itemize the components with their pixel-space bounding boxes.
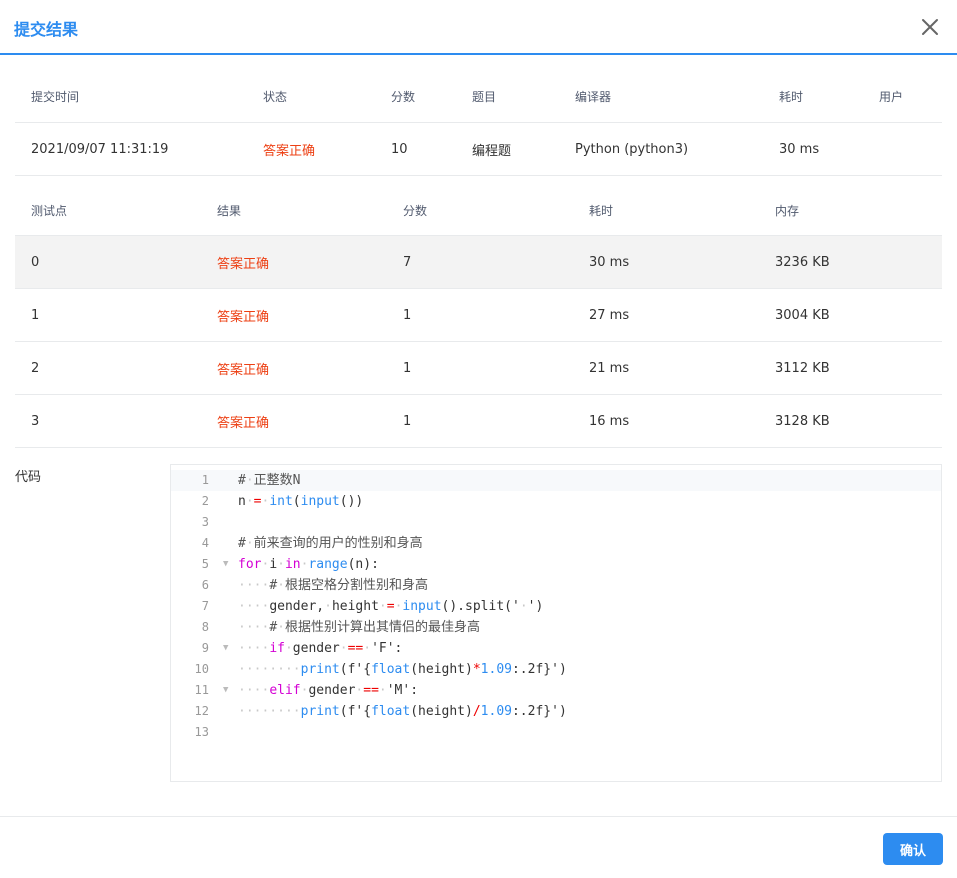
table-row: 2 答案正确 1 21 ms 3112 KB: [15, 342, 942, 395]
line-number: 12: [194, 704, 209, 718]
code-text: ····#·根据性别计算出其情侣的最佳身高: [238, 620, 480, 635]
code-line: 4 #·前来查询的用户的性别和身高: [171, 533, 941, 554]
line-number: 5: [201, 557, 209, 571]
table-row: 3 答案正确 1 16 ms 3128 KB: [15, 395, 942, 448]
code-editor[interactable]: 1 #·正整数N 2 n·=·int(input()) 3 4 #·前来查询的用…: [170, 464, 942, 782]
test-time: 16 ms: [589, 413, 630, 429]
summary-row: 2021/09/07 11:31:19 答案正确 10 编程题 Python (…: [15, 123, 942, 176]
code-line: 8 ····#·根据性别计算出其情侣的最佳身高: [171, 617, 941, 638]
test-memory: 3128 KB: [775, 413, 830, 429]
dialog-title: 提交结果: [14, 20, 79, 39]
code-line: 10 ········print(f'{float(height)*1.09:.…: [171, 659, 941, 680]
test-id: 1: [31, 307, 40, 323]
tests-header-row: 测试点 结果 分数 耗时 内存: [15, 185, 942, 236]
test-memory: 3236 KB: [775, 254, 830, 270]
code-line: 9 ▼ ····if·gender·==·'F':: [171, 638, 941, 659]
compiler-value: Python (python3): [575, 141, 689, 157]
table-row: 1 答案正确 1 27 ms 3004 KB: [15, 289, 942, 342]
test-score: 1: [403, 360, 412, 376]
line-number: 4: [201, 536, 209, 550]
code-text: #·正整数N: [238, 473, 301, 488]
test-score: 1: [403, 307, 412, 323]
column-header-user: 用户: [879, 89, 904, 104]
test-memory: 3004 KB: [775, 307, 830, 323]
code-text: for·i·in·range(n):: [238, 557, 379, 572]
submit-time: 2021/09/07 11:31:19: [31, 141, 169, 157]
code-line: 11 ▼ ····elif·gender·==·'M':: [171, 680, 941, 701]
table-row: 0 答案正确 7 30 ms 3236 KB: [15, 236, 942, 289]
confirm-button[interactable]: 确认: [883, 833, 943, 865]
column-header-test-id: 测试点: [31, 203, 68, 218]
status-value: 答案正确: [263, 143, 316, 159]
line-number: 2: [201, 494, 209, 508]
test-score: 7: [403, 254, 412, 270]
column-header-result: 结果: [217, 203, 242, 218]
column-header-test-score: 分数: [403, 203, 428, 218]
column-header-elapsed: 耗时: [779, 89, 804, 104]
code-line: 6 ····#·根据空格分割性别和身高: [171, 575, 941, 596]
line-number: 1: [201, 473, 209, 487]
code-text: #·前来查询的用户的性别和身高: [238, 536, 423, 551]
line-number: 9: [201, 641, 209, 655]
code-text: ····if·gender·==·'F':: [238, 641, 403, 656]
code-line: 7 ····gender,·height·=·input().split('·'…: [171, 596, 941, 617]
code-text: n·=·int(input()): [238, 494, 364, 509]
score-value: 10: [391, 141, 408, 157]
column-header-memory: 内存: [775, 203, 800, 218]
test-time: 27 ms: [589, 307, 630, 323]
summary-header-row: 提交时间 状态 分数 题目 编译器 耗时 用户: [15, 70, 942, 123]
test-score: 1: [403, 413, 412, 429]
column-header-compiler: 编译器: [575, 89, 612, 104]
submission-summary-table: 提交时间 状态 分数 题目 编译器 耗时 用户 2021/09/07 11:31…: [15, 70, 942, 176]
footer-divider: [0, 816, 957, 817]
code-line: 12 ········print(f'{float(height)/1.09:.…: [171, 701, 941, 722]
test-memory: 3112 KB: [775, 360, 830, 376]
column-header-time: 提交时间: [31, 89, 80, 104]
line-number: 6: [201, 578, 209, 592]
line-number: 11: [194, 683, 209, 697]
code-text: ····#·根据空格分割性别和身高: [238, 578, 428, 593]
code-line: 3: [171, 512, 941, 533]
test-result: 答案正确: [217, 415, 270, 431]
test-id: 3: [31, 413, 40, 429]
code-text: ········print(f'{float(height)/1.09:.2f}…: [238, 704, 567, 719]
column-header-problem: 题目: [472, 89, 497, 104]
column-header-status: 状态: [263, 89, 288, 104]
test-cases-table: 测试点 结果 分数 耗时 内存 0 答案正确 7 30 ms 3236 KB 1…: [15, 185, 942, 448]
code-text: ····elif·gender·==·'M':: [238, 683, 419, 698]
code-text: ········print(f'{float(height)*1.09:.2f}…: [238, 662, 567, 677]
test-time: 21 ms: [589, 360, 630, 376]
code-line: 5 ▼ for·i·in·range(n):: [171, 554, 941, 575]
code-line: 2 n·=·int(input()): [171, 491, 941, 512]
fold-arrow-icon[interactable]: ▼: [223, 638, 228, 659]
code-line: 13: [171, 722, 941, 743]
column-header-score: 分数: [391, 89, 416, 104]
line-number: 3: [201, 515, 209, 529]
close-icon[interactable]: [920, 17, 940, 37]
fold-arrow-icon[interactable]: ▼: [223, 554, 228, 575]
fold-arrow-icon[interactable]: ▼: [223, 680, 228, 701]
test-result: 答案正确: [217, 362, 270, 378]
test-id: 0: [31, 254, 40, 270]
test-result: 答案正确: [217, 256, 270, 272]
dialog-header: 提交结果: [0, 0, 957, 55]
code-text: ····gender,·height·=·input().split('·'): [238, 599, 544, 614]
code-line: 1 #·正整数N: [171, 470, 941, 491]
test-result: 答案正确: [217, 309, 270, 325]
line-number: 7: [201, 599, 209, 613]
test-time: 30 ms: [589, 254, 630, 270]
column-header-test-time: 耗时: [589, 203, 614, 218]
problem-value: 编程题: [472, 143, 512, 159]
line-number: 13: [194, 725, 209, 739]
line-number: 10: [194, 662, 209, 676]
elapsed-value: 30 ms: [779, 141, 820, 157]
test-id: 2: [31, 360, 40, 376]
code-label: 代码: [15, 470, 42, 485]
line-number: 8: [201, 620, 209, 634]
